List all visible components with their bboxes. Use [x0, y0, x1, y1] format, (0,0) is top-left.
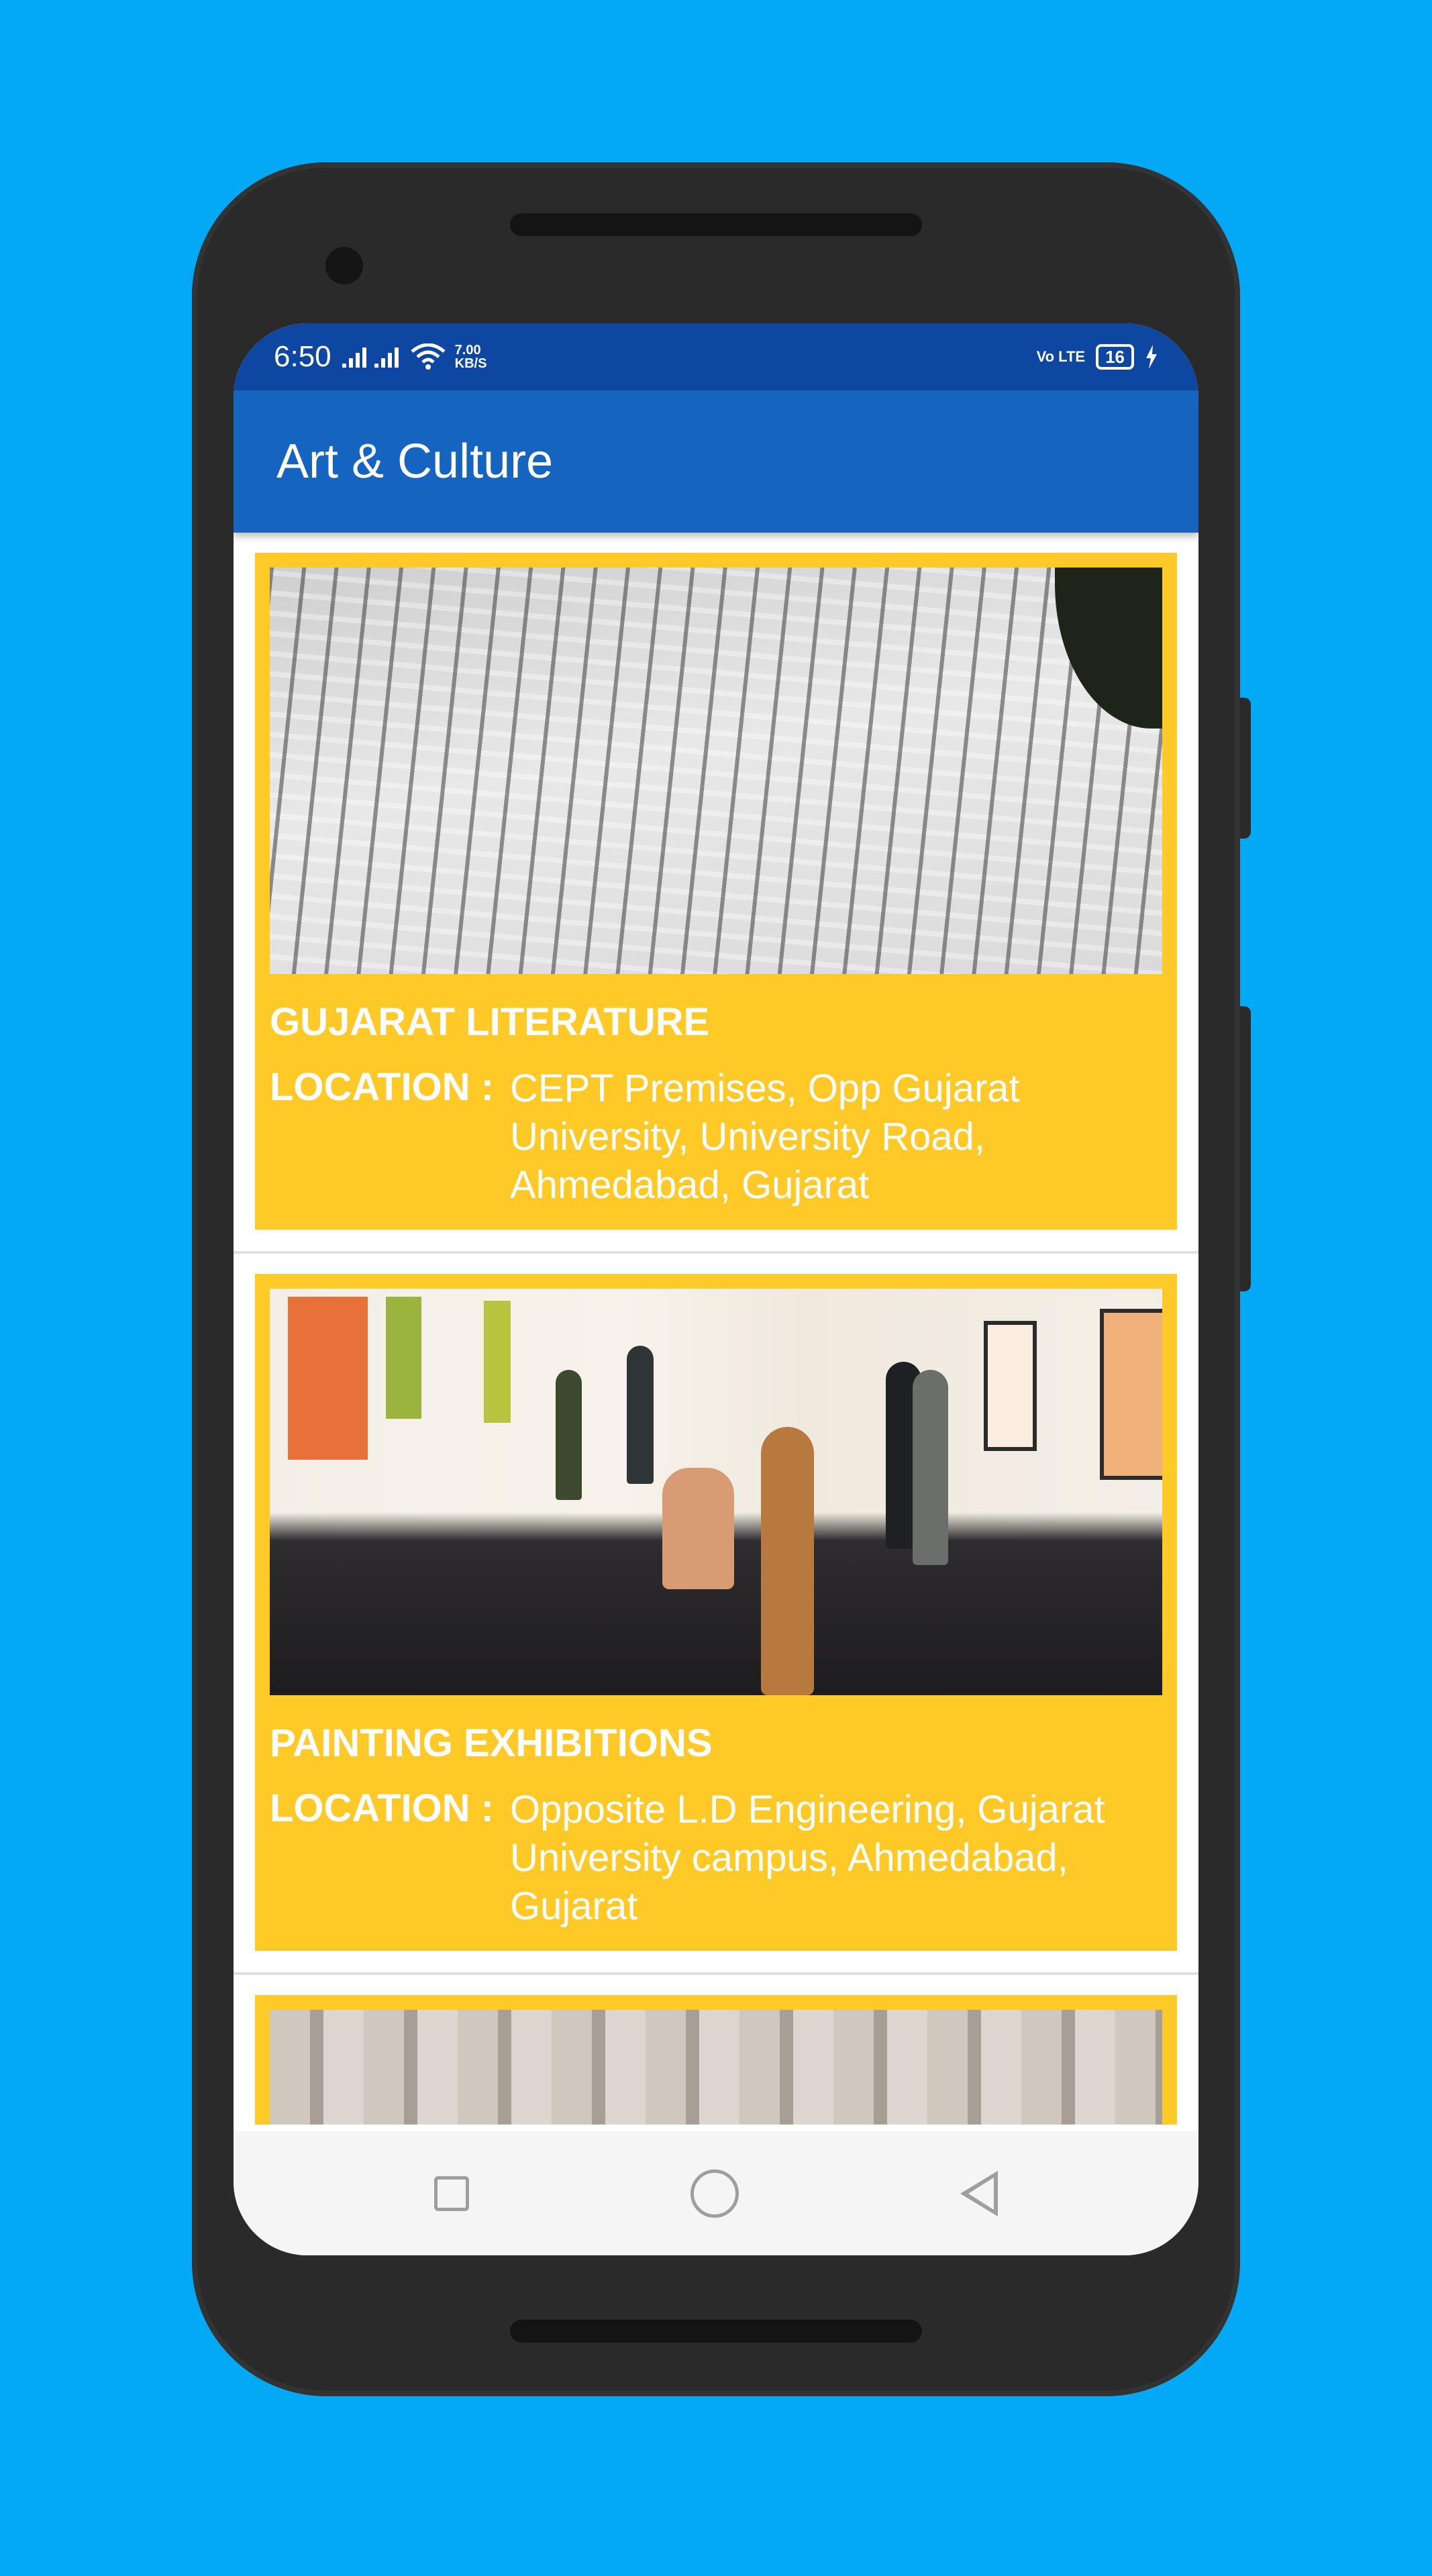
list-item[interactable]: GUJARAT LITERATURE LOCATION : CEPT Premi…: [234, 533, 1198, 1254]
card-painting-exhibitions[interactable]: PAINTING EXHIBITIONS LOCATION : Opposite…: [255, 1274, 1177, 1951]
list-item[interactable]: PAINTING EXHIBITIONS LOCATION : Opposite…: [234, 1254, 1198, 1975]
card-title: GUJARAT LITERATURE: [270, 1000, 710, 1044]
wifi-icon: [411, 343, 446, 370]
card-gujarat-literature[interactable]: GUJARAT LITERATURE LOCATION : CEPT Premi…: [255, 553, 1177, 1230]
status-bar: 6:50 7.00 KB/S Vo LTE 16: [234, 323, 1198, 390]
triangle-back-icon[interactable]: [960, 2170, 998, 2216]
power-button: [1240, 698, 1251, 839]
square-icon[interactable]: [434, 2176, 469, 2211]
card-list[interactable]: GUJARAT LITERATURE LOCATION : CEPT Premi…: [234, 533, 1198, 2125]
screen: 6:50 7.00 KB/S Vo LTE 16 Art & Culture G…: [234, 323, 1198, 2255]
card-image-sculpture: [270, 2010, 1162, 2125]
card-image-gallery: [270, 1289, 1162, 1695]
location-label: LOCATION :: [270, 1786, 494, 1830]
location-label: LOCATION :: [270, 1065, 494, 1109]
navigation-bar: [234, 2131, 1198, 2255]
volte-indicator: Vo LTE: [1036, 348, 1086, 365]
card-title: PAINTING EXHIBITIONS: [270, 1721, 713, 1765]
page-title: Art & Culture: [276, 435, 554, 488]
bottom-speaker: [510, 2320, 922, 2343]
charging-icon: [1146, 345, 1157, 369]
location-text: CEPT Premises, Opp Gujarat University, U…: [510, 1067, 1020, 1207]
card-partial-sculpture[interactable]: [255, 1995, 1177, 2125]
list-item[interactable]: [234, 1975, 1198, 2125]
card-image-literature: [270, 568, 1162, 974]
earpiece-speaker: [510, 213, 922, 236]
circle-icon[interactable]: [691, 2169, 739, 2218]
app-bar: Art & Culture: [234, 390, 1198, 533]
status-time: 6:50: [274, 340, 331, 373]
front-camera: [325, 247, 363, 284]
speed-unit: KB/S: [454, 356, 487, 371]
location-text: Opposite L.D Engineering, Gujarat Univer…: [510, 1788, 1105, 1928]
battery-icon: 16: [1096, 344, 1134, 370]
speed-value: 7.00: [454, 343, 481, 358]
signal-icon: [342, 347, 399, 368]
network-speed: 7.00 KB/S: [455, 343, 487, 370]
volume-button: [1240, 1006, 1251, 1291]
